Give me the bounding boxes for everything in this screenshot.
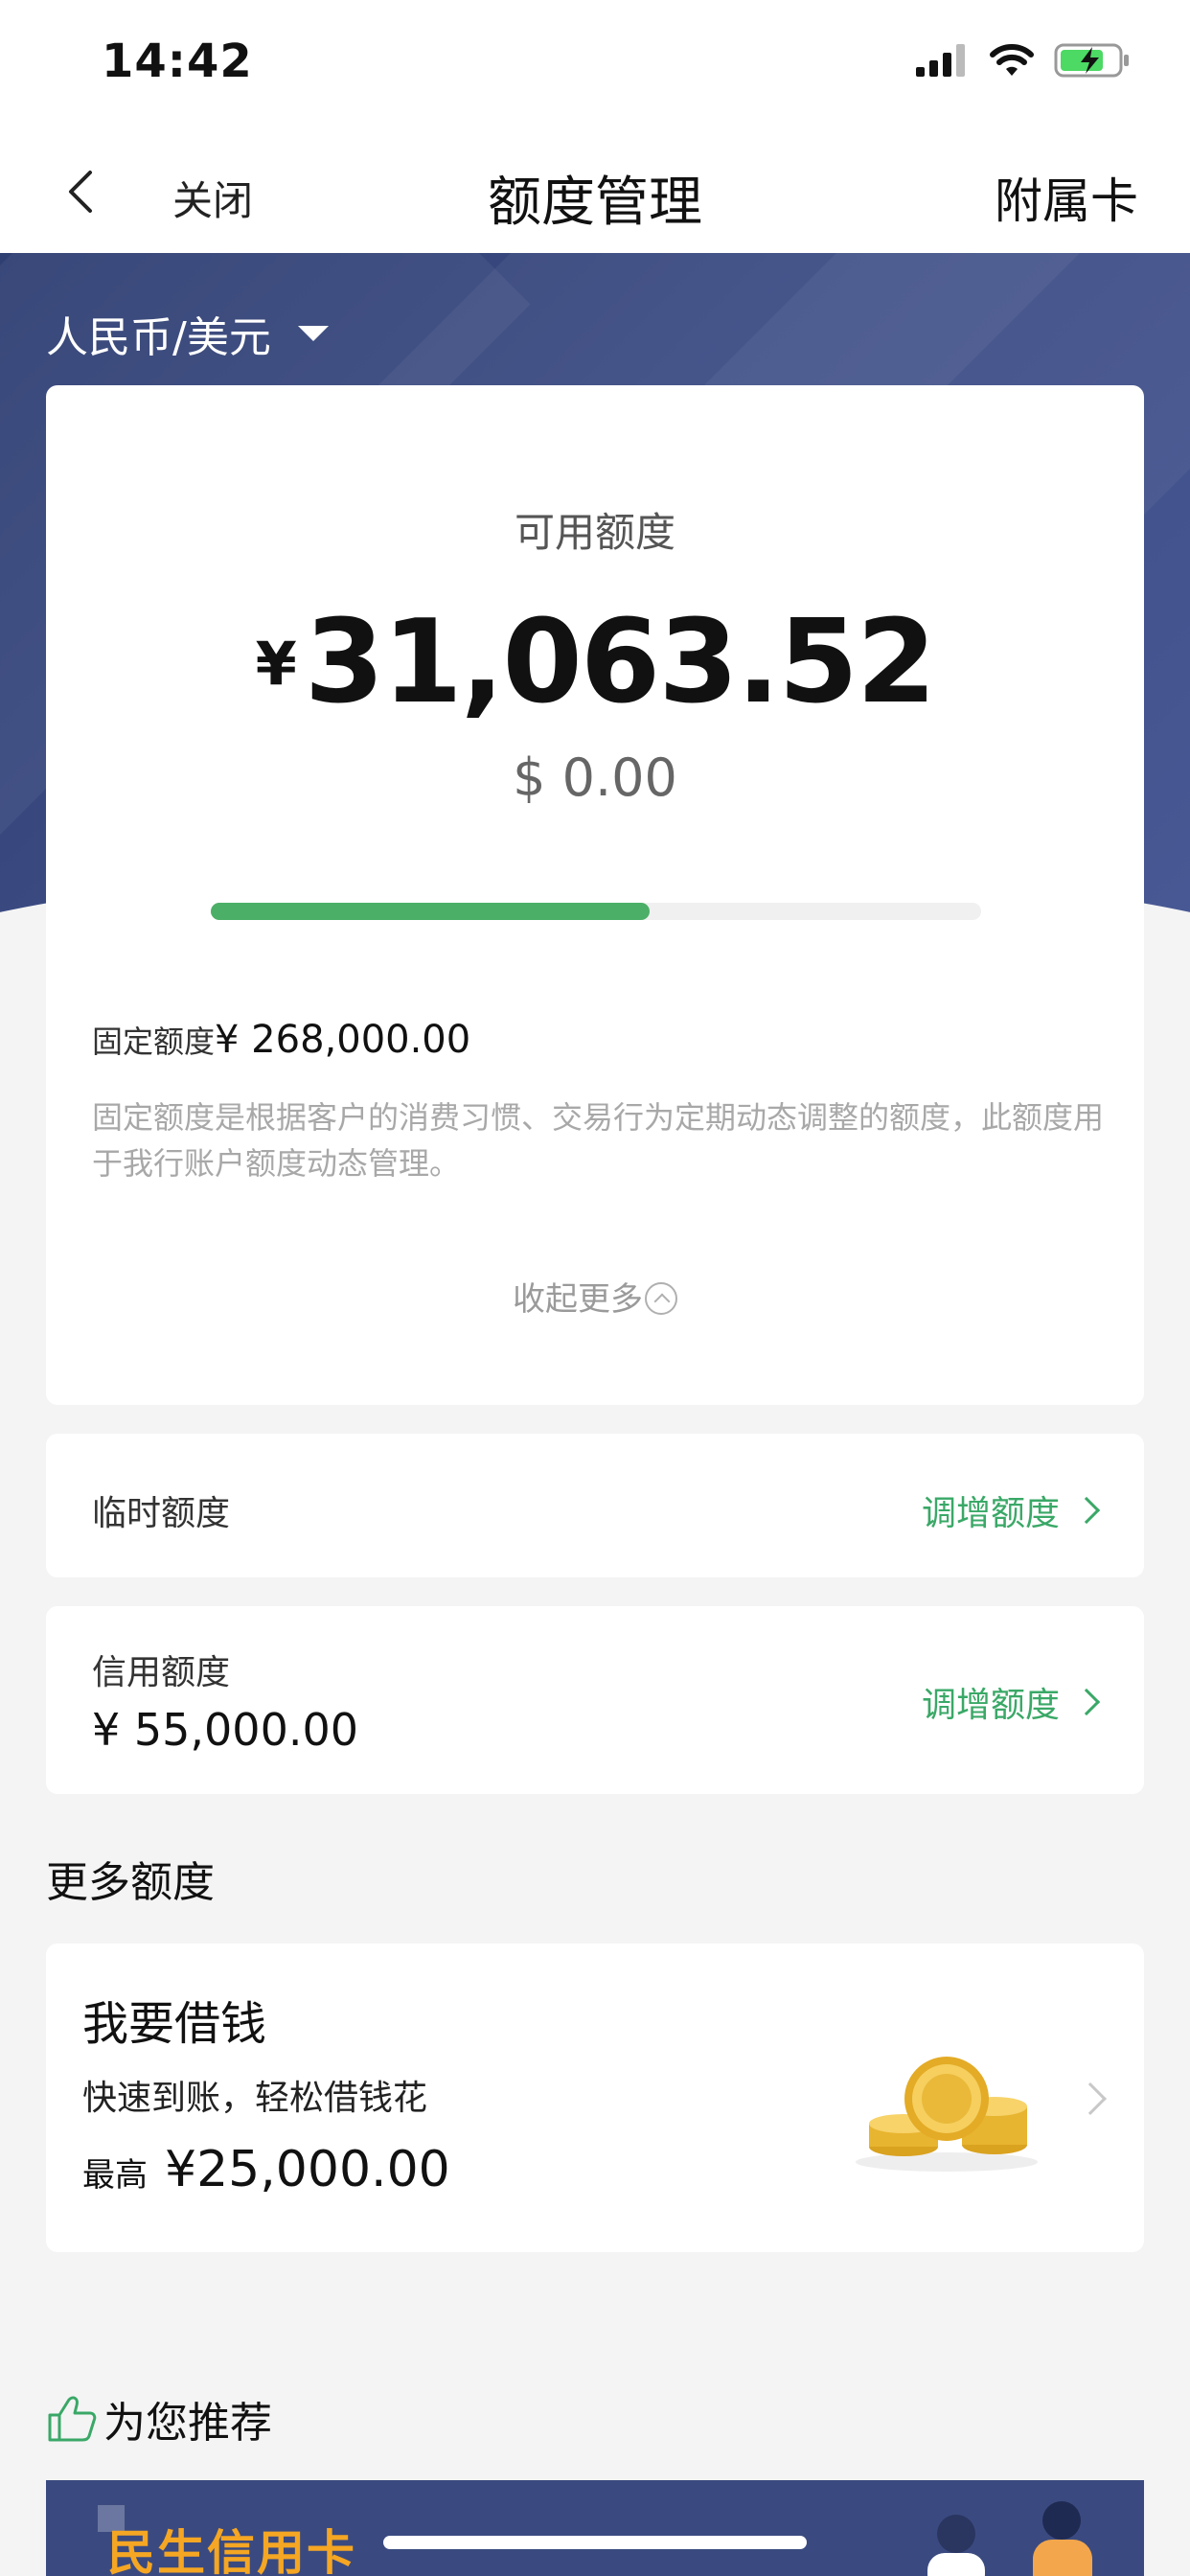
borrow-money-subtitle: 快速到账，轻松借钱花 <box>82 2079 428 2118</box>
battery-charging-icon <box>1054 43 1129 78</box>
credit-limit-increase-button[interactable]: 调增额度 <box>921 1677 1101 1727</box>
currency-selector-label: 人民币/美元 <box>46 313 271 362</box>
supplementary-card-button[interactable]: 附属卡 <box>995 163 1138 232</box>
available-limit-card: 可用额度 ¥31,063.52 $ 0.00 固定额度¥ 268,000.00 … <box>46 385 1144 1405</box>
promo-banner[interactable]: 民生信用卡 <box>46 2480 1144 2576</box>
wifi-icon <box>990 44 1034 76</box>
status-bar: 14:42 <box>0 0 1190 130</box>
available-limit-value: 31,063.52 <box>304 596 937 729</box>
available-limit-label: 可用额度 <box>514 509 675 556</box>
credit-limit-increase-label: 调增额度 <box>921 1686 1060 1725</box>
fixed-limit-description: 固定额度是根据客户的消费习惯、交易行为定期动态调整的额度，此额度用于我行账户额度… <box>92 1099 1105 1182</box>
credit-limit-card: 信用额度 ¥ 55,000.00 调增额度 <box>46 1606 1144 1794</box>
signal-icon <box>916 44 965 77</box>
fixed-limit-label: 固定额度 <box>92 1024 216 1060</box>
caret-down-icon <box>297 326 329 341</box>
currency-symbol: ¥ <box>255 629 297 699</box>
collapse-more-label: 收起更多 <box>513 1280 643 1319</box>
banner-people-illustration <box>927 2501 1092 2576</box>
status-icons <box>916 42 1131 79</box>
temporary-limit-card: 临时额度 调增额度 <box>46 1434 1144 1577</box>
limit-management-screen: 14:42 关闭 额度管理 附属卡 人民币/美元 可用额度 ¥31,063.52… <box>0 0 1190 2576</box>
currency-selector[interactable]: 人民币/美元 <box>46 303 329 364</box>
more-limits-heading: 更多额度 <box>46 1858 215 1907</box>
thumbs-up-icon <box>48 2396 97 2442</box>
borrow-max-amount-row: 最高 ¥25,000.00 <box>82 2141 450 2198</box>
navigation-bar: 关闭 额度管理 附属卡 <box>0 130 1190 253</box>
chevron-right-icon <box>1072 1688 1101 1716</box>
temporary-limit-increase-label: 调增额度 <box>921 1494 1060 1533</box>
temporary-limit-label: 临时额度 <box>92 1494 231 1533</box>
fixed-limit-amount: ¥ 268,000.00 <box>215 1018 471 1062</box>
temporary-limit-increase-button[interactable]: 调增额度 <box>921 1485 1101 1535</box>
chevron-right-icon <box>1072 1496 1101 1525</box>
usage-progress-bar <box>211 903 981 920</box>
gold-coins-icon <box>856 2057 1038 2172</box>
home-indicator <box>383 2536 807 2549</box>
collapse-more-button[interactable]: 收起更多 <box>46 1273 1144 1320</box>
recommend-title: 为您推荐 <box>103 2399 272 2448</box>
borrow-money-title: 我要借钱 <box>82 1997 267 2051</box>
status-time: 14:42 <box>102 34 253 88</box>
available-limit-amount: ¥31,063.52 <box>46 596 1144 729</box>
borrow-max-amount: ¥25,000.00 <box>165 2141 450 2198</box>
credit-limit-label: 信用额度 <box>92 1653 231 1692</box>
chevron-up-circle-icon <box>645 1282 677 1315</box>
fixed-limit-row: 固定额度¥ 268,000.00 <box>92 1018 470 1062</box>
credit-limit-amount: ¥ 55,000.00 <box>92 1704 358 1756</box>
borrow-max-label: 最高 <box>82 2156 148 2195</box>
borrow-money-card[interactable]: 我要借钱 快速到账，轻松借钱花 最高 ¥25,000.00 <box>46 1944 1144 2252</box>
recommend-heading: 为您推荐 <box>46 2388 272 2450</box>
banner-text: 民生信用卡 <box>107 2525 356 2576</box>
usage-progress-fill <box>211 903 651 920</box>
chevron-right-icon <box>1074 2082 1107 2115</box>
usd-available-amount: $ 0.00 <box>513 748 677 808</box>
